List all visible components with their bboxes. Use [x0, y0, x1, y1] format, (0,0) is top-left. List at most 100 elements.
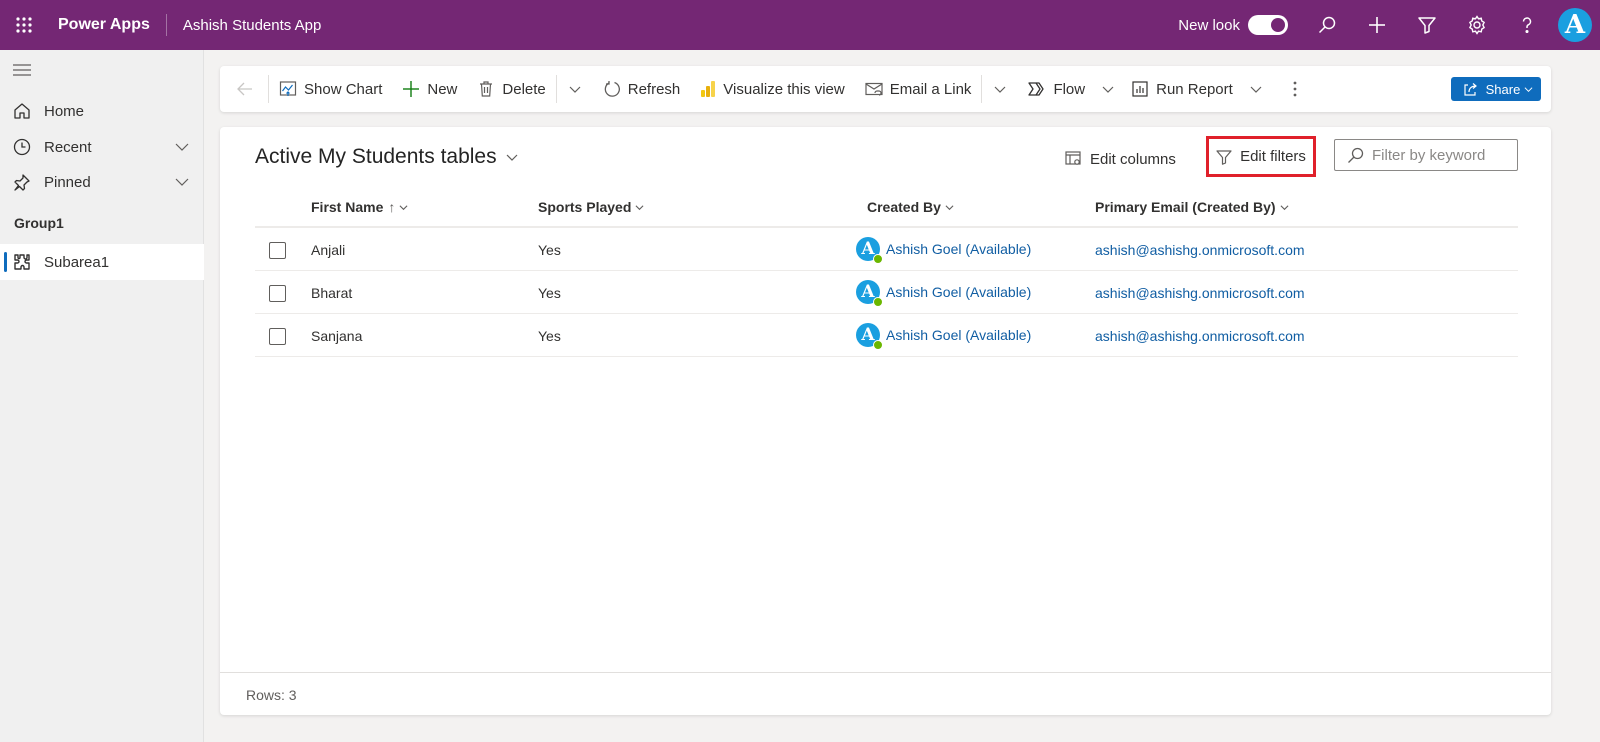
- edit-columns-icon: [1065, 151, 1082, 167]
- chevron-down-icon[interactable]: [174, 139, 190, 155]
- column-header-first-name[interactable]: First Name ↑: [311, 199, 408, 215]
- gear-icon[interactable]: [1452, 0, 1502, 50]
- row-checkbox[interactable]: [269, 285, 286, 302]
- flow-icon: [1028, 80, 1046, 98]
- sidebar-item-label: Pinned: [44, 173, 91, 191]
- new-look-label: New look: [1178, 16, 1240, 34]
- email-link-icon: [865, 80, 883, 98]
- chevron-down-icon[interactable]: [174, 174, 190, 190]
- filter-icon: [1216, 149, 1232, 165]
- share-icon: [1463, 82, 1478, 97]
- table-row[interactable]: Sanjana Yes A Ashish Goel (Available) as…: [255, 314, 1518, 357]
- email-link-label: Email a Link: [889, 80, 972, 98]
- sidebar-item-recent[interactable]: Recent: [0, 129, 204, 165]
- cell-sports-played: Yes: [538, 242, 561, 258]
- cell-created-by[interactable]: A Ashish Goel (Available): [856, 323, 1031, 350]
- new-label: New: [427, 80, 458, 98]
- plus-icon[interactable]: [1352, 0, 1402, 50]
- run-report-label: Run Report: [1156, 80, 1233, 98]
- chevron-down-icon: [945, 204, 954, 210]
- email-link-button[interactable]: Email a Link: [855, 66, 982, 112]
- column-label: First Name: [311, 199, 384, 215]
- power-bi-icon: [700, 80, 716, 98]
- delete-label: Delete: [502, 80, 546, 98]
- sidebar-item-subarea1[interactable]: Subarea1: [0, 244, 204, 280]
- filter-by-keyword-input[interactable]: [1372, 146, 1512, 164]
- visualize-view-button[interactable]: Visualize this view: [690, 66, 854, 112]
- run-report-chevron[interactable]: [1243, 66, 1269, 112]
- flow-label: Flow: [1053, 80, 1086, 98]
- flow-button[interactable]: Flow: [1018, 66, 1095, 112]
- flow-chevron[interactable]: [1095, 66, 1121, 112]
- back-button[interactable]: [220, 66, 268, 112]
- edit-filters-button[interactable]: Edit filters: [1206, 136, 1316, 177]
- column-header-sports-played[interactable]: Sports Played: [538, 199, 644, 215]
- cell-first-name[interactable]: Anjali: [311, 242, 345, 258]
- grid-header: First Name ↑ Sports Played Created By Pr…: [255, 187, 1518, 228]
- new-button[interactable]: New: [392, 66, 467, 112]
- refresh-icon: [603, 80, 621, 98]
- view-selector[interactable]: Active My Students tables: [255, 145, 519, 169]
- view-title: Active My Students tables: [255, 145, 497, 168]
- run-report-button[interactable]: Run Report: [1121, 66, 1243, 112]
- cell-email-link[interactable]: ashish@ashishg.onmicrosoft.com: [1095, 328, 1305, 344]
- sidebar-item-pinned[interactable]: Pinned: [0, 164, 204, 200]
- show-chart-label: Show Chart: [304, 80, 383, 98]
- column-label: Created By: [867, 199, 941, 215]
- column-header-primary-email[interactable]: Primary Email (Created By): [1095, 199, 1289, 215]
- divider: [165, 14, 167, 36]
- user-avatar: A: [856, 323, 883, 350]
- sort-ascending-icon: ↑: [388, 199, 396, 215]
- view-panel: Active My Students tables Edit columns E…: [220, 127, 1551, 715]
- cell-email-link[interactable]: ashish@ashishg.onmicrosoft.com: [1095, 242, 1305, 258]
- row-checkbox[interactable]: [269, 328, 286, 345]
- sidebar-item-home[interactable]: Home: [0, 93, 204, 129]
- app-name[interactable]: Ashish Students App: [183, 17, 321, 34]
- table-row[interactable]: Bharat Yes A Ashish Goel (Available) ash…: [255, 271, 1518, 314]
- search-icon[interactable]: [1302, 0, 1352, 50]
- user-avatar[interactable]: A: [1558, 8, 1592, 42]
- cell-first-name[interactable]: Sanjana: [311, 328, 362, 344]
- sidebar-group-label: Group1: [14, 215, 64, 231]
- help-icon[interactable]: [1502, 0, 1552, 50]
- filter-icon[interactable]: [1402, 0, 1452, 50]
- filter-by-keyword-field[interactable]: [1334, 139, 1518, 171]
- more-commands-icon[interactable]: [1277, 66, 1313, 112]
- chevron-down-icon: [399, 204, 408, 210]
- new-look-toggle[interactable]: [1248, 15, 1288, 35]
- puzzle-icon: [12, 253, 32, 271]
- show-chart-button[interactable]: Show Chart: [269, 66, 392, 112]
- cell-created-by[interactable]: A Ashish Goel (Available): [856, 280, 1031, 307]
- trash-icon: [477, 80, 495, 98]
- brand-name[interactable]: Power Apps: [58, 16, 150, 34]
- plus-icon: [402, 80, 420, 98]
- created-by-link[interactable]: Ashish Goel (Available): [886, 284, 1031, 300]
- share-button[interactable]: Share: [1451, 77, 1541, 101]
- refresh-label: Refresh: [627, 80, 681, 98]
- more-email-options-chevron[interactable]: [982, 66, 1018, 112]
- hamburger-menu-icon[interactable]: [12, 62, 34, 80]
- chevron-down-icon: [1280, 204, 1289, 210]
- row-checkbox[interactable]: [269, 242, 286, 259]
- created-by-link[interactable]: Ashish Goel (Available): [886, 327, 1031, 343]
- divider: [220, 672, 1551, 673]
- cell-first-name[interactable]: Bharat: [311, 285, 352, 301]
- user-avatar: A: [856, 280, 883, 307]
- waffle-icon[interactable]: [0, 0, 48, 50]
- command-bar: Show Chart New Delete Refresh Visualize …: [220, 66, 1551, 112]
- sidebar-item-label: Recent: [44, 138, 92, 156]
- cell-created-by[interactable]: A Ashish Goel (Available): [856, 237, 1031, 264]
- column-header-created-by[interactable]: Created By: [867, 199, 954, 215]
- more-delete-options-chevron[interactable]: [557, 66, 593, 112]
- column-label: Primary Email (Created By): [1095, 199, 1276, 215]
- cell-email-link[interactable]: ashish@ashishg.onmicrosoft.com: [1095, 285, 1305, 301]
- search-icon: [1347, 147, 1364, 164]
- cell-sports-played: Yes: [538, 328, 561, 344]
- refresh-button[interactable]: Refresh: [593, 66, 691, 112]
- clock-icon: [12, 138, 32, 156]
- table-row[interactable]: Anjali Yes A Ashish Goel (Available) ash…: [255, 228, 1518, 271]
- data-grid: First Name ↑ Sports Played Created By Pr…: [255, 187, 1518, 357]
- delete-button[interactable]: Delete: [467, 66, 555, 112]
- edit-columns-button[interactable]: Edit columns: [1065, 147, 1176, 171]
- created-by-link[interactable]: Ashish Goel (Available): [886, 241, 1031, 257]
